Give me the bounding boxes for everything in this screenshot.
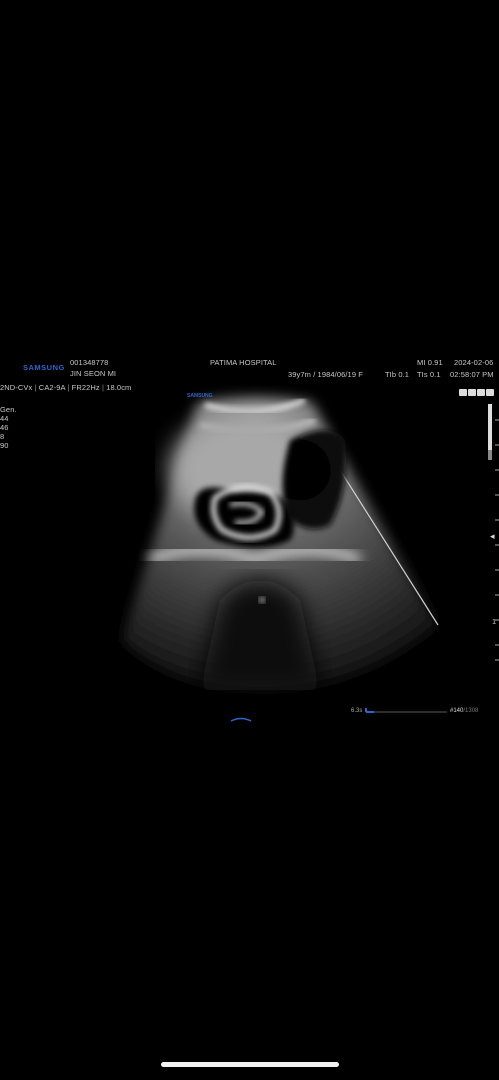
cine-time: 6.3s	[351, 708, 363, 714]
param-3: 8	[0, 432, 5, 441]
cine-frame-total: /1308	[463, 708, 479, 714]
probe-name: CA2-9A	[38, 383, 66, 392]
imaging-mode: 2ND-CVx	[0, 383, 33, 392]
storage-icon	[477, 389, 485, 396]
mi-value: MI 0.91	[417, 358, 443, 367]
patient-id: 001348778	[70, 358, 109, 367]
home-indicator[interactable]	[161, 1062, 339, 1067]
tib-value: TIb 0.1	[385, 370, 410, 379]
patient-name: JIN SEON MI	[70, 369, 117, 378]
exam-time: 02:58:07 PM	[450, 370, 494, 379]
image-logo: SAMSUNG	[187, 393, 213, 399]
focus-marker: ◂	[490, 531, 495, 541]
cine-frame: #140/1308	[450, 708, 478, 714]
frame-rate: FR22Hz	[71, 383, 100, 392]
depth-label: 1	[492, 617, 497, 626]
probe-line: 2ND-CVx | CA2-9A | FR22Hz | 18.0cm	[0, 383, 132, 392]
param-gen: Gen.	[0, 405, 17, 414]
ultrasound-image	[122, 397, 499, 722]
cine-frame-current: #140	[450, 708, 464, 714]
patient-info: 39y7m / 1984/06/19 F	[288, 370, 363, 379]
hospital-name: PATIMA HOSPITAL	[210, 358, 277, 367]
mode-icon	[459, 389, 467, 396]
param-4: 90	[0, 441, 9, 450]
param-2: 46	[0, 423, 9, 432]
record-icon	[468, 389, 476, 396]
status-icons	[459, 383, 495, 401]
depth: 18.0cm	[106, 383, 132, 392]
exam-date: 2024-02-06	[454, 358, 494, 367]
samsung-logo: SAMSUNG	[23, 363, 65, 372]
network-icon	[486, 389, 494, 396]
tis-value: TIs 0.1	[417, 370, 441, 379]
param-1: 44	[0, 414, 9, 423]
